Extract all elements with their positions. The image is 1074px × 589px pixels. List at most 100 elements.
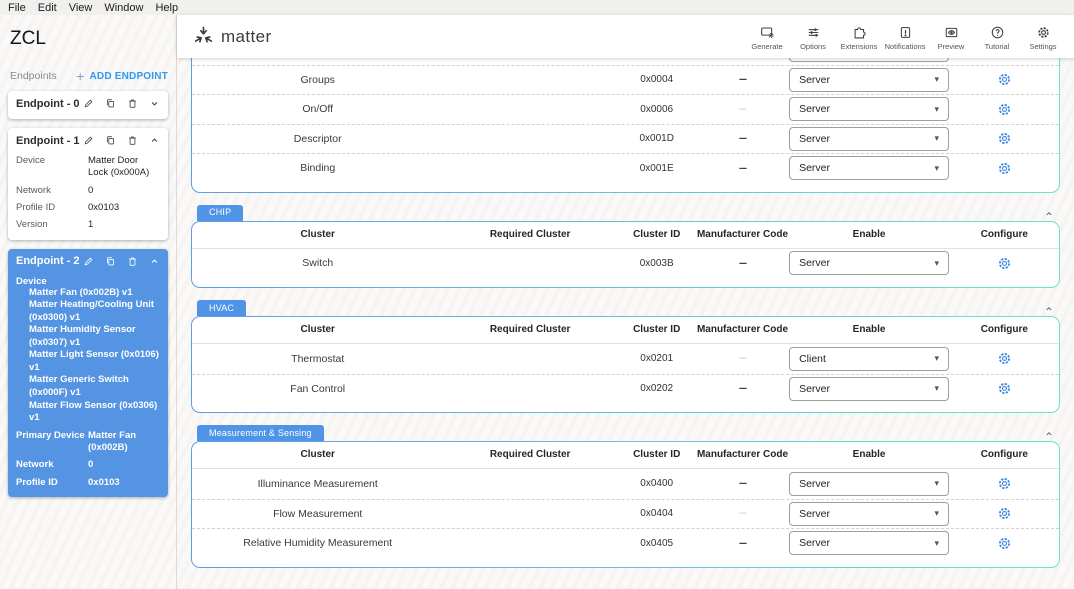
copy-icon[interactable] — [105, 98, 116, 109]
endpoint-name: Endpoint - 2 — [16, 255, 80, 267]
configure-gear-groups[interactable] — [997, 72, 1012, 87]
delete-trash-icon[interactable] — [127, 135, 138, 146]
cluster-id: 0x0201 — [617, 353, 697, 364]
toolbar-action-tutorial[interactable]: Tutorial — [974, 23, 1020, 51]
enable-select-on-off[interactable]: Server ▾ — [789, 97, 949, 121]
enable-select-groups[interactable]: Server ▾ — [789, 68, 949, 92]
collapse-chevron-icon[interactable] — [149, 135, 160, 146]
menu-edit[interactable]: Edit — [32, 2, 63, 14]
section-header: CHIP — [191, 205, 1060, 221]
endpoint-field-label: Device — [16, 155, 88, 180]
enable-cell: Server ▾ — [788, 97, 949, 121]
toolbar-action-label: Tutorial — [985, 42, 1010, 51]
enable-cell: Client ▾ — [788, 347, 949, 371]
toolbar-action-settings[interactable]: Settings — [1020, 23, 1066, 51]
configure-gear-relative-humidity-measurement[interactable] — [997, 536, 1012, 551]
enable-select-illuminance-measurement[interactable]: Server ▾ — [789, 472, 949, 496]
device-item: Matter Heating/Cooling Unit (0x0300) v1 — [16, 299, 160, 324]
table-rows: Switch 0x003B --- Server ▾ — [192, 249, 1059, 279]
edit-pencil-icon[interactable] — [83, 135, 94, 146]
enable-cell: Server ▾ — [788, 251, 949, 275]
endpoint-card-2[interactable]: Endpoint - 2 DeviceMatter Fan (0x002B) v… — [8, 249, 168, 497]
menu-help[interactable]: Help — [149, 2, 184, 14]
enable-select-value: Server — [799, 537, 830, 549]
collapse-chevron-icon[interactable] — [1044, 429, 1054, 441]
column-header-configure: Configure — [950, 324, 1059, 335]
section-header: Measurement & Sensing — [191, 425, 1060, 441]
configure-gear-thermostat[interactable] — [997, 351, 1012, 366]
generate-icon — [760, 25, 775, 40]
toolbar-action-notifications[interactable]: Notifications — [882, 23, 928, 51]
manufacturer-code: --- — [697, 74, 789, 85]
enable-select-value: Server — [799, 383, 830, 395]
endpoint-field: Profile ID 0x0103 — [16, 477, 160, 489]
configure-gear-fan-control[interactable] — [997, 381, 1012, 396]
edit-pencil-icon[interactable] — [83, 256, 94, 267]
enable-select-fan-control[interactable]: Server ▾ — [789, 377, 949, 401]
menu-window[interactable]: Window — [98, 2, 149, 14]
collapse-chevron-icon[interactable] — [149, 256, 160, 267]
manufacturer-code: --- — [697, 538, 789, 549]
endpoint-card-1[interactable]: Endpoint - 1 Device Matter Door Lock (0x… — [8, 128, 168, 240]
configure-gear-flow-measurement[interactable] — [997, 506, 1012, 521]
menu-file[interactable]: File — [2, 2, 32, 14]
cluster-row-fan-control: Fan Control 0x0202 --- Server ▾ — [192, 374, 1059, 404]
delete-trash-icon[interactable] — [127, 98, 138, 109]
enable-select-flow-measurement[interactable]: Server ▾ — [789, 502, 949, 526]
column-header-cluster-id: Cluster ID — [617, 324, 697, 335]
cluster-name: Groups — [192, 74, 443, 86]
toolbar-action-generate[interactable]: Generate — [744, 23, 790, 51]
enable-select-relative-humidity-measurement[interactable]: Server ▾ — [789, 531, 949, 555]
enable-select-value: Server — [799, 478, 830, 490]
enable-select-value: Server — [799, 133, 830, 145]
options-icon — [806, 25, 821, 40]
collapse-chevron-icon[interactable] — [1044, 304, 1054, 316]
toolbar-actions: Generate Options Extensions Notification… — [744, 23, 1066, 51]
toolbar-action-preview[interactable]: Preview — [928, 23, 974, 51]
cluster-name: Binding — [192, 162, 443, 174]
configure-gear-binding[interactable] — [997, 161, 1012, 176]
add-endpoint-button[interactable]: + ADD ENDPOINT — [76, 71, 168, 82]
column-header-cluster-id: Cluster ID — [617, 229, 697, 240]
collapse-chevron-icon[interactable] — [1044, 209, 1054, 221]
cluster-id: 0x0004 — [617, 74, 697, 85]
cluster-name: On/Off — [192, 103, 443, 115]
enable-select[interactable]: ▾ — [789, 58, 949, 62]
dropdown-arrow-icon: ▾ — [935, 163, 940, 174]
endpoint-field-label: Profile ID — [16, 477, 88, 489]
endpoint-name: Endpoint - 1 — [16, 135, 80, 147]
endpoint-actions — [83, 98, 160, 109]
cluster-table: ▾ Groups 0x0004 --- Server ▾ On/Off 0x00… — [192, 58, 1059, 192]
delete-trash-icon[interactable] — [127, 256, 138, 267]
endpoint-card-0[interactable]: Endpoint - 0 — [8, 91, 168, 119]
toolbar-action-extensions[interactable]: Extensions — [836, 23, 882, 51]
device-group: DeviceMatter Fan (0x002B) v1Matter Heati… — [16, 276, 160, 425]
toolbar-action-options[interactable]: Options — [790, 23, 836, 51]
cluster-row-flow-measurement: Flow Measurement 0x0404 --- Server ▾ — [192, 499, 1059, 529]
manufacturer-code: --- — [697, 163, 789, 174]
copy-icon[interactable] — [105, 135, 116, 146]
toolbar-action-label: Settings — [1029, 42, 1056, 51]
expand-chevron-icon[interactable] — [149, 98, 160, 109]
cluster-id: 0x0404 — [617, 508, 697, 519]
configure-gear-switch[interactable] — [997, 256, 1012, 271]
configure-gear-illuminance-measurement[interactable] — [997, 476, 1012, 491]
copy-icon[interactable] — [105, 256, 116, 267]
cluster-section-hvac: HVAC ClusterRequired ClusterCluster IDMa… — [191, 300, 1060, 413]
cluster-table: ClusterRequired ClusterCluster IDManufac… — [192, 317, 1059, 412]
menu-view[interactable]: View — [63, 2, 99, 14]
enable-select-binding[interactable]: Server ▾ — [789, 156, 949, 180]
enable-cell: Server ▾ — [788, 68, 949, 92]
cluster-table-border: ▾ Groups 0x0004 --- Server ▾ On/Off 0x00… — [191, 58, 1060, 193]
cluster-row-switch: Switch 0x003B --- Server ▾ — [192, 249, 1059, 279]
column-header-cluster-id: Cluster ID — [617, 449, 697, 460]
enable-select-thermostat[interactable]: Client ▾ — [789, 347, 949, 371]
configure-gear-descriptor[interactable] — [997, 131, 1012, 146]
enable-select-descriptor[interactable]: Server ▾ — [789, 127, 949, 151]
edit-pencil-icon[interactable] — [83, 98, 94, 109]
dropdown-arrow-icon: ▾ — [935, 74, 940, 85]
enable-select-switch[interactable]: Server ▾ — [789, 251, 949, 275]
enable-select-value: Server — [799, 162, 830, 174]
configure-gear-on-off[interactable] — [997, 102, 1012, 117]
brand-text: matter — [221, 27, 272, 47]
